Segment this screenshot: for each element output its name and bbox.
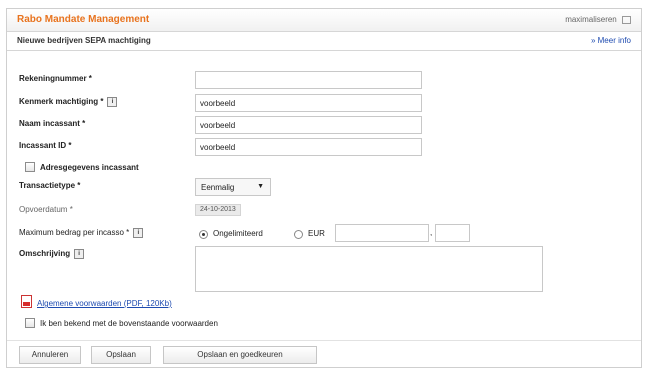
incassant-id-label: Incassant ID * (19, 141, 72, 150)
transactietype-value: Eenmalig (201, 183, 235, 192)
rekeningnummer-field[interactable] (195, 71, 422, 89)
divider (7, 340, 641, 341)
transactietype-label: Transactietype * (19, 181, 81, 190)
more-info-link[interactable]: » Meer info (591, 36, 631, 45)
rekeningnummer-label: Rekeningnummer * (19, 74, 92, 83)
incassant-id-field[interactable]: voorbeeld (195, 138, 422, 156)
info-icon[interactable]: i (107, 97, 118, 107)
cancel-button[interactable]: Annuleren (19, 346, 81, 364)
eur-label: EUR (308, 229, 325, 238)
cents-field[interactable] (435, 224, 470, 242)
unlimited-radio[interactable] (199, 230, 208, 239)
naam-incassant-field[interactable]: voorbeeld (195, 116, 422, 134)
save-approve-button[interactable]: Opslaan en goedkeuren (163, 346, 317, 364)
kenmerk-label-text: Kenmerk machtiging * (19, 97, 104, 107)
opvoerdatum-label: Opvoerdatum * (19, 205, 73, 214)
save-button[interactable]: Opslaan (91, 346, 151, 364)
maximize-label: maximaliseren (565, 15, 617, 24)
app-title: Rabo Mandate Management (17, 14, 150, 25)
decimal-separator: , (430, 228, 433, 237)
info-icon[interactable]: i (133, 228, 144, 238)
maximum-label-text: Maximum bedrag per incasso * (19, 228, 130, 238)
adresgegevens-checkbox[interactable] (25, 162, 35, 172)
omschrijving-label-text: Omschrijving (19, 249, 71, 259)
maximize-icon (622, 15, 631, 24)
adresgegevens-label: Adresgegevens incassant (40, 163, 139, 172)
eur-radio[interactable] (294, 230, 303, 239)
kenmerk-label: Kenmerk machtiging * i (19, 97, 118, 107)
title-bar: Rabo Mandate Management maximaliseren (7, 9, 641, 32)
maximize-button[interactable]: maximaliseren (565, 15, 631, 24)
naam-incassant-label: Naam incassant * (19, 119, 86, 128)
omschrijving-textarea[interactable] (195, 246, 543, 292)
dialog-window: Rabo Mandate Management maximaliseren Ni… (6, 8, 642, 368)
pdf-icon (21, 295, 32, 308)
omschrijving-label: Omschrijving i (19, 249, 85, 259)
amount-field[interactable] (335, 224, 429, 242)
terms-link[interactable]: Algemene voorwaarden (PDF, 120Kb) (37, 299, 172, 308)
transactietype-select[interactable]: Eenmalig ▼ (195, 178, 271, 196)
kenmerk-field[interactable]: voorbeeld (195, 94, 422, 112)
unlimited-label: Ongelimiteerd (213, 229, 263, 238)
maximum-label: Maximum bedrag per incasso * i (19, 228, 144, 238)
chevron-down-icon: ▼ (257, 183, 264, 190)
page-header: Nieuwe bedrijven SEPA machtiging » Meer … (7, 32, 641, 51)
terms-label: Ik ben bekend met de bovenstaande voorwa… (40, 319, 218, 328)
opvoerdatum-value: 24-10-2013 (195, 204, 241, 216)
info-icon[interactable]: i (74, 249, 85, 259)
terms-checkbox[interactable] (25, 318, 35, 328)
page-title: Nieuwe bedrijven SEPA machtiging (17, 36, 151, 45)
